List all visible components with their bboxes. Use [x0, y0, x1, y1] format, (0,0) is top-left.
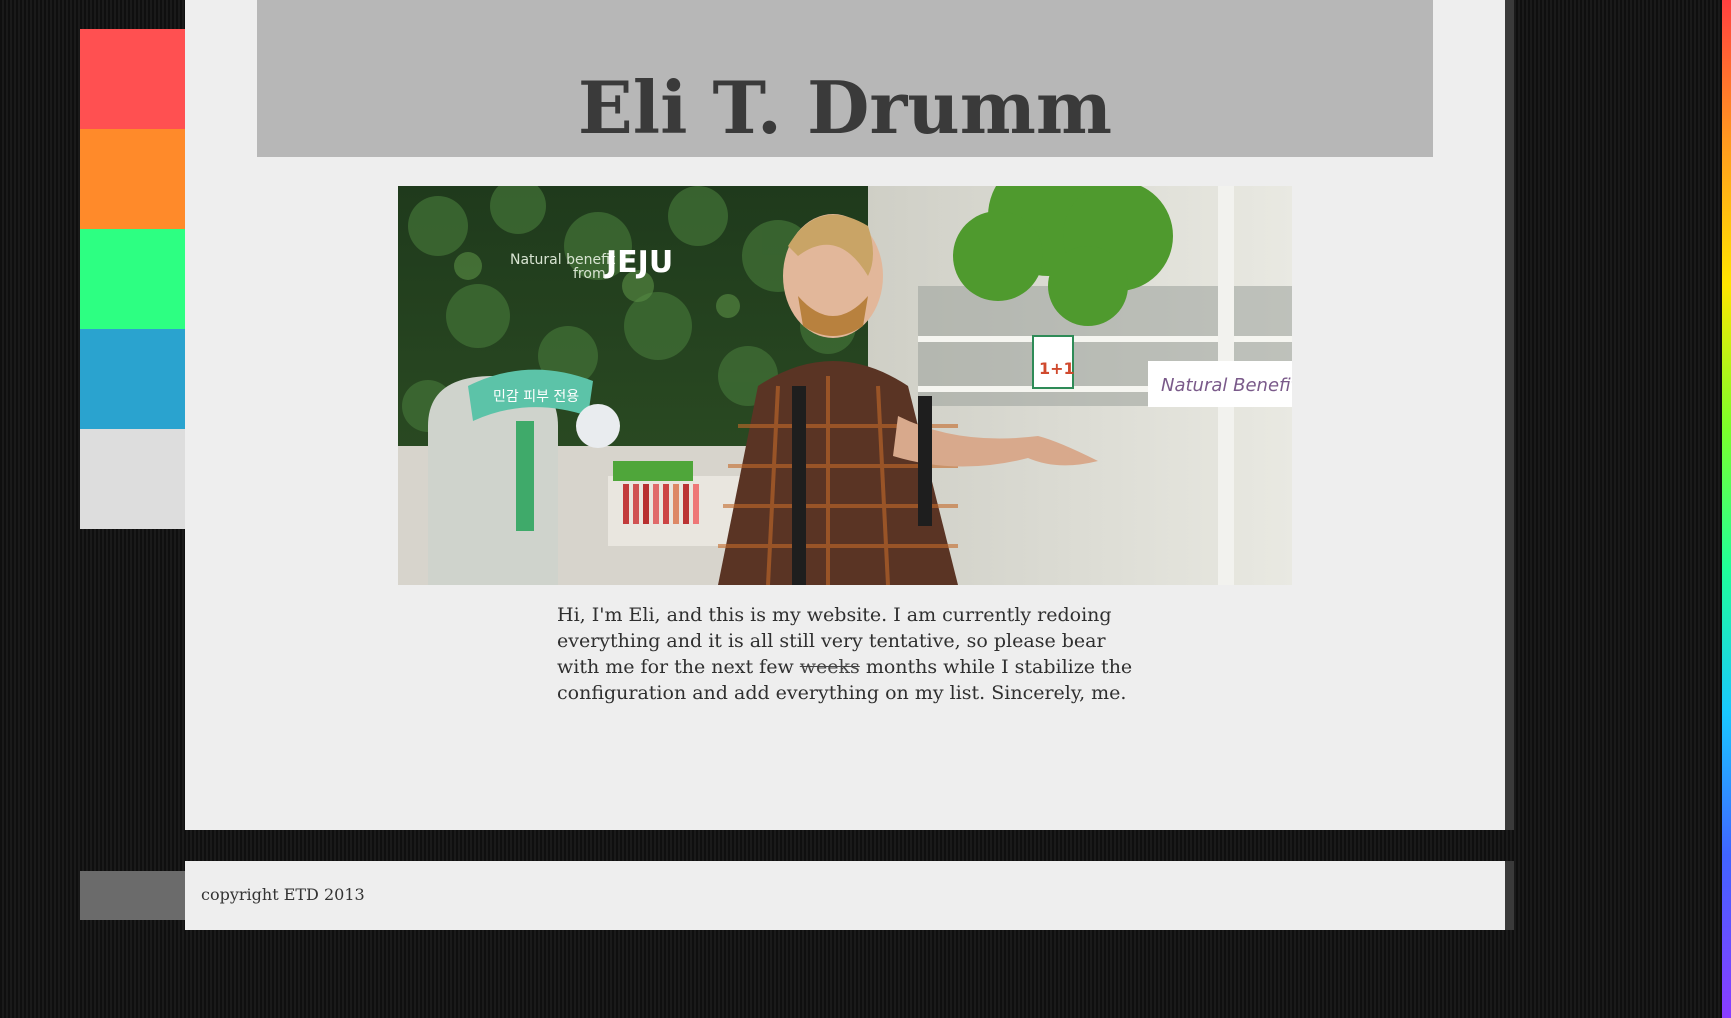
nav-tab-blank [80, 429, 185, 529]
intro-text: Hi, I'm Eli, and this is my website. I a… [557, 602, 1137, 706]
copyright-text: copyright ETD 2013 [201, 885, 365, 904]
site-header: Eli T. Drumm [257, 0, 1433, 157]
rainbow-edge-stripe [1722, 0, 1731, 1018]
site-title: Eli T. Drumm [577, 65, 1113, 150]
side-nav [80, 29, 190, 529]
hero-sign-brand: JEJU [604, 245, 673, 280]
footer-tab [80, 871, 190, 920]
main-panel-shadow [1505, 0, 1514, 830]
intro-struck-word: weeks [799, 656, 860, 678]
site-footer: copyright ETD 2013 [185, 861, 1505, 930]
hero-sign-from: from [573, 266, 606, 282]
hero-price-tag: 1+1 [1039, 359, 1075, 378]
nav-tab-orange[interactable] [80, 129, 190, 229]
hero-sign-right: Natural Benefit [1161, 375, 1292, 396]
nav-tab-blue[interactable] [80, 329, 190, 429]
nav-tab-green[interactable] [80, 229, 190, 329]
hero-photo: Natural benefit from JEJU Natural Benefi… [398, 186, 1292, 585]
nav-tab-red[interactable] [80, 29, 190, 129]
hero-korean-sign: 민감 피부 전용 [493, 389, 579, 405]
footer-shadow [1505, 861, 1514, 930]
main-panel: Eli T. Drumm Natural benefit from JEJU N… [185, 0, 1505, 830]
